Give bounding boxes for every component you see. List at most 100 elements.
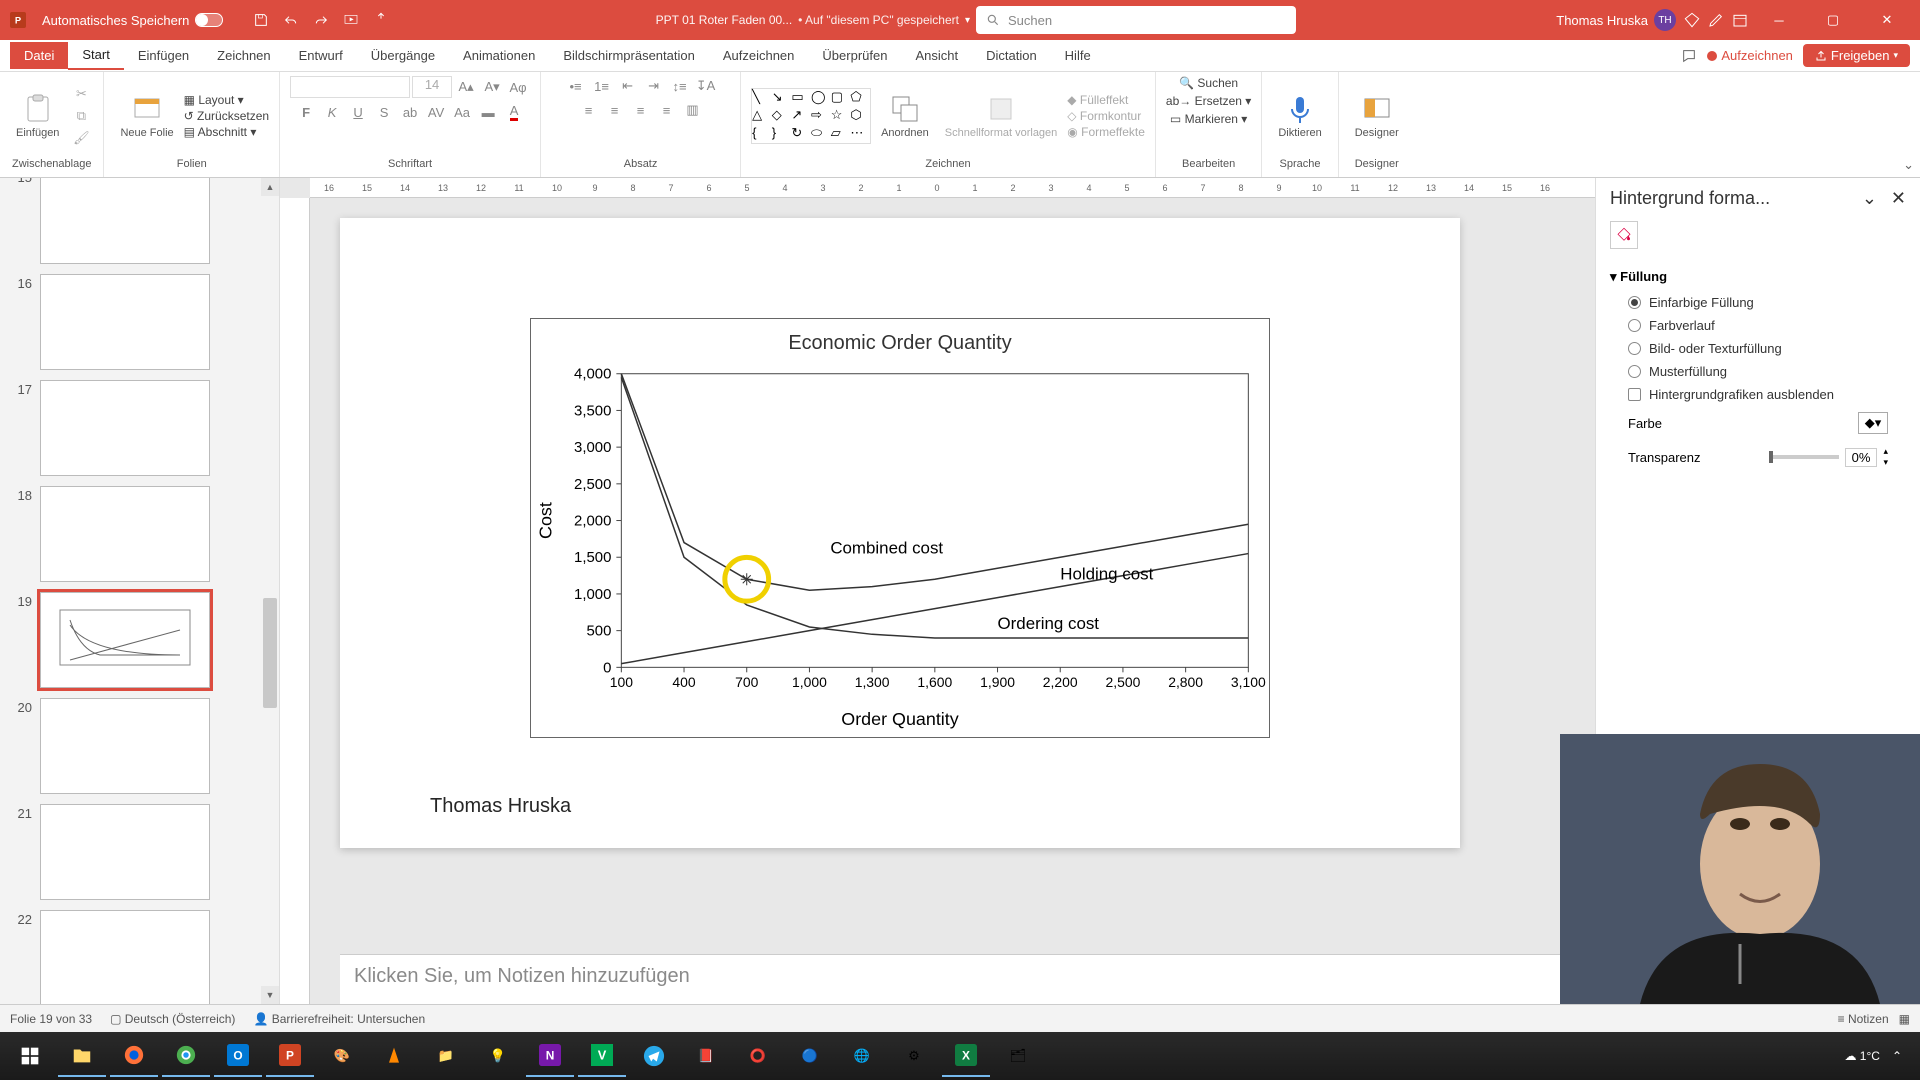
- quick-styles-button[interactable]: Schnellformat vorlagen: [939, 91, 1064, 141]
- shape-fill-button[interactable]: ◆ Fülleffekt: [1067, 93, 1145, 107]
- app-icon[interactable]: 🌐: [838, 1035, 886, 1077]
- line-spacing-icon[interactable]: ↕≡: [668, 76, 692, 96]
- replace-button[interactable]: ab→ Ersetzen ▾: [1166, 94, 1251, 108]
- reset-button[interactable]: ↺ Zurücksetzen: [184, 109, 269, 123]
- chevron-down-icon[interactable]: ▾: [965, 15, 970, 26]
- bold-icon[interactable]: F: [294, 102, 318, 122]
- tab-design[interactable]: Entwurf: [285, 42, 357, 69]
- autosave-toggle[interactable]: Automatisches Speichern: [34, 13, 231, 28]
- tab-review[interactable]: Überprüfen: [808, 42, 901, 69]
- pen-icon[interactable]: [1708, 12, 1724, 28]
- calendar-icon[interactable]: [1732, 12, 1748, 28]
- app-icon[interactable]: 📁: [422, 1035, 470, 1077]
- comments-icon[interactable]: [1681, 48, 1697, 64]
- fill-tab-icon[interactable]: [1610, 221, 1638, 249]
- align-center-icon[interactable]: ≡: [603, 100, 627, 120]
- collapse-ribbon-icon[interactable]: ⌄: [1903, 157, 1914, 173]
- chrome-icon[interactable]: [162, 1035, 210, 1077]
- font-color-icon[interactable]: A: [502, 102, 526, 122]
- tab-slideshow[interactable]: Bildschirmpräsentation: [549, 42, 709, 69]
- color-picker[interactable]: ◆▾: [1858, 412, 1888, 434]
- outlook-icon[interactable]: O: [214, 1035, 262, 1077]
- diamond-icon[interactable]: [1684, 12, 1700, 28]
- app-icon[interactable]: ⭕: [734, 1035, 782, 1077]
- fill-pattern-radio[interactable]: Musterfüllung: [1610, 360, 1906, 383]
- touch-mode-icon[interactable]: [367, 6, 395, 34]
- spacing-icon[interactable]: AV: [424, 102, 448, 122]
- tab-animations[interactable]: Animationen: [449, 42, 549, 69]
- user-account[interactable]: Thomas Hruska TH: [1556, 9, 1676, 31]
- thumbnails-scrollbar[interactable]: ▲ ▼: [261, 178, 279, 1004]
- app-icon[interactable]: 💡: [474, 1035, 522, 1077]
- notes-button[interactable]: ≡ Notizen: [1838, 1012, 1889, 1026]
- shape-line-icon[interactable]: ╲: [752, 89, 772, 107]
- tab-draw[interactable]: Zeichnen: [203, 42, 284, 69]
- columns-icon[interactable]: ▥: [681, 100, 705, 120]
- underline-icon[interactable]: U: [346, 102, 370, 122]
- record-button[interactable]: Aufzeichnen: [1707, 48, 1793, 63]
- tab-record[interactable]: Aufzeichnen: [709, 42, 809, 69]
- slide-thumbnail-22[interactable]: 22: [10, 910, 260, 1004]
- italic-icon[interactable]: K: [320, 102, 344, 122]
- minimize-button[interactable]: ─: [1756, 0, 1802, 40]
- strikethrough-icon[interactable]: S: [372, 102, 396, 122]
- fill-solid-radio[interactable]: Einfarbige Füllung: [1610, 291, 1906, 314]
- tab-home[interactable]: Start: [68, 41, 123, 70]
- section-button[interactable]: ▤ Abschnitt ▾: [184, 125, 269, 139]
- app-icon[interactable]: 🎨: [318, 1035, 366, 1077]
- start-button[interactable]: [6, 1035, 54, 1077]
- fill-picture-radio[interactable]: Bild- oder Texturfüllung: [1610, 337, 1906, 360]
- document-saved-status[interactable]: • Auf "diesem PC" gespeichert: [798, 13, 959, 27]
- indent-dec-icon[interactable]: ⇤: [616, 76, 640, 96]
- slide-thumbnail-16[interactable]: 16: [10, 274, 260, 370]
- decrease-font-icon[interactable]: A▾: [480, 77, 504, 97]
- paste-button[interactable]: Einfügen: [10, 91, 65, 141]
- clear-format-icon[interactable]: Aφ: [506, 77, 530, 97]
- select-button[interactable]: ▭ Markieren ▾: [1170, 112, 1247, 126]
- hide-background-check[interactable]: Hintergrundgrafiken ausblenden: [1610, 383, 1906, 406]
- document-title[interactable]: PPT 01 Roter Faden 00...: [656, 13, 793, 27]
- app-icon[interactable]: 📕: [682, 1035, 730, 1077]
- tab-help[interactable]: Hilfe: [1051, 42, 1105, 69]
- bullets-icon[interactable]: •≡: [564, 76, 588, 96]
- telegram-icon[interactable]: [630, 1035, 678, 1077]
- tray-chevron-icon[interactable]: ⌃: [1892, 1049, 1902, 1063]
- slide-thumbnail-18[interactable]: 18: [10, 486, 260, 582]
- shape-outline-button[interactable]: ◇ Formkontur: [1067, 109, 1145, 123]
- layout-button[interactable]: ▦ Layout ▾: [184, 93, 269, 107]
- onenote-icon[interactable]: N: [526, 1035, 574, 1077]
- slide-counter[interactable]: Folie 19 von 33: [10, 1012, 92, 1026]
- weather-tray[interactable]: ☁ 1°C: [1844, 1049, 1879, 1063]
- vlc-icon[interactable]: [370, 1035, 418, 1077]
- firefox-icon[interactable]: [110, 1035, 158, 1077]
- align-left-icon[interactable]: ≡: [577, 100, 601, 120]
- numbering-icon[interactable]: 1≡: [590, 76, 614, 96]
- pane-close-icon[interactable]: ✕: [1891, 188, 1906, 209]
- tab-transitions[interactable]: Übergänge: [357, 42, 449, 69]
- justify-icon[interactable]: ≡: [655, 100, 679, 120]
- tab-dictation[interactable]: Dictation: [972, 42, 1051, 69]
- highlight-icon[interactable]: ▬: [476, 102, 500, 122]
- increase-font-icon[interactable]: A▴: [454, 77, 478, 97]
- settings-icon[interactable]: ⚙: [890, 1035, 938, 1077]
- case-icon[interactable]: Aa: [450, 102, 474, 122]
- redo-icon[interactable]: [307, 6, 335, 34]
- transparency-value[interactable]: 0%: [1845, 448, 1878, 467]
- start-from-beginning-icon[interactable]: [337, 6, 365, 34]
- align-right-icon[interactable]: ≡: [629, 100, 653, 120]
- dictate-button[interactable]: Diktieren: [1272, 91, 1327, 141]
- arrange-button[interactable]: Anordnen: [875, 91, 935, 141]
- tab-file[interactable]: Datei: [10, 42, 68, 69]
- indent-inc-icon[interactable]: ⇥: [642, 76, 666, 96]
- new-slide-button[interactable]: Neue Folie: [114, 91, 179, 141]
- find-button[interactable]: 🔍 Suchen: [1179, 76, 1238, 90]
- shadow-icon[interactable]: ab: [398, 102, 422, 122]
- language-status[interactable]: ▢ Deutsch (Österreich): [110, 1012, 235, 1026]
- fill-gradient-radio[interactable]: Farbverlauf: [1610, 314, 1906, 337]
- pane-dropdown-icon[interactable]: ⌄: [1862, 188, 1877, 209]
- slide-thumbnail-19[interactable]: 19: [10, 592, 260, 688]
- app-icon[interactable]: 🔵: [786, 1035, 834, 1077]
- tab-insert[interactable]: Einfügen: [124, 42, 203, 69]
- accessibility-status[interactable]: 👤 Barrierefreiheit: Untersuchen: [253, 1012, 425, 1026]
- app-icon[interactable]: 🗂: [994, 1035, 1042, 1077]
